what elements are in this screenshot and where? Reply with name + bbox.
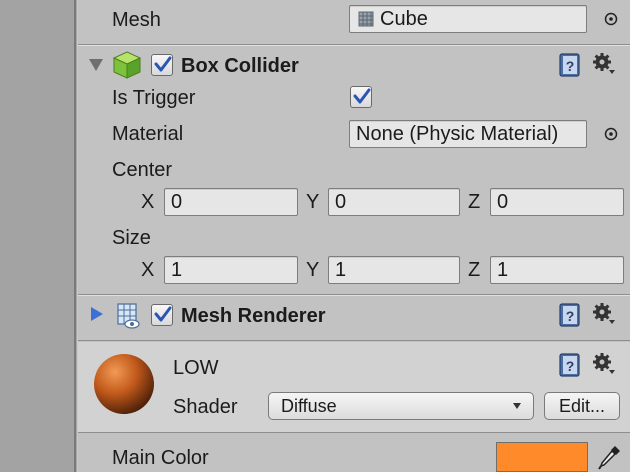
main-color-label: Main Color [112,447,209,469]
center-z-value: 0 [497,191,509,213]
mesh-renderer-title: Mesh Renderer [181,305,326,327]
center-y-input[interactable]: 0 [328,188,460,216]
center-y-value: 0 [335,191,347,213]
center-x-label: X [141,191,155,213]
physic-material-value: None (Physic Material) [356,123,559,145]
mesh-target-icon[interactable] [604,12,618,26]
panel-border [74,0,76,472]
size-x-value: 1 [171,259,183,281]
gear-icon[interactable] [592,52,616,76]
center-x-input[interactable]: 0 [164,188,298,216]
size-z-input[interactable]: 1 [490,256,624,284]
shader-label: Shader [173,396,238,418]
divider [78,295,630,296]
size-y-input[interactable]: 1 [328,256,460,284]
divider [78,340,630,341]
gear-icon[interactable] [592,352,616,376]
svg-text:?: ? [566,58,575,74]
dropdown-arrow-icon [513,403,521,409]
is-trigger-label: Is Trigger [112,87,196,109]
size-y-label: Y [306,259,320,281]
size-label: Size [112,227,151,249]
size-y-value: 1 [335,259,347,281]
left-gutter [0,0,74,472]
size-z-label: Z [468,259,481,281]
mesh-renderer-enabled-checkbox[interactable] [151,304,173,326]
fold-arrow-icon[interactable] [90,306,104,322]
mesh-renderer-icon [117,303,140,329]
shader-dropdown[interactable]: Diffuse [268,392,534,420]
center-z-label: Z [468,191,481,213]
divider [78,432,630,433]
shader-value: Diffuse [281,396,337,416]
box-collider-title: Box Collider [181,55,299,77]
collider-cube-icon [112,51,142,79]
box-collider-enabled-checkbox[interactable] [151,54,173,76]
physic-material-field[interactable]: None (Physic Material) [349,120,587,148]
center-y-label: Y [306,191,320,213]
size-z-value: 1 [497,259,509,281]
eyedropper-icon[interactable] [596,444,622,472]
gear-icon[interactable] [592,302,616,326]
mesh-field[interactable]: Cube [349,5,587,33]
grid-mesh-icon [358,11,374,27]
mesh-value: Cube [380,8,428,30]
size-x-input[interactable]: 1 [164,256,298,284]
material-sphere-icon[interactable] [92,352,156,416]
mesh-label: Mesh [112,9,161,31]
center-z-input[interactable]: 0 [490,188,624,216]
material-label: Material [112,123,184,145]
is-trigger-checkbox[interactable] [350,86,372,108]
svg-text:?: ? [566,308,575,324]
size-x-label: X [141,259,155,281]
svg-text:?: ? [566,358,575,374]
shader-edit-button[interactable]: Edit... [544,392,620,420]
help-book-icon[interactable]: ? [558,52,582,78]
center-x-value: 0 [171,191,183,213]
inspector-panel: Mesh Cube Box Collider ? Is Trigger Mate… [78,0,630,472]
divider [78,45,630,46]
material-name: LOW [173,357,219,379]
fold-arrow-icon[interactable] [88,58,104,72]
help-book-icon[interactable]: ? [558,302,582,328]
help-book-icon[interactable]: ? [558,352,582,378]
main-color-swatch[interactable] [496,442,588,472]
material-target-icon[interactable] [604,127,618,141]
center-label: Center [112,159,173,181]
